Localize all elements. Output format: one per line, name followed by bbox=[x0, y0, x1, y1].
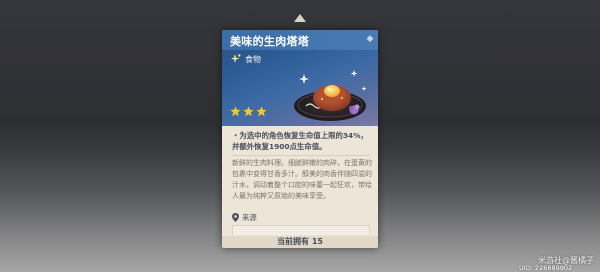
food-sparkle-icon bbox=[231, 54, 241, 63]
source-entry[interactable] bbox=[232, 225, 370, 235]
steak-tartare-image bbox=[294, 70, 367, 121]
divider bbox=[232, 155, 370, 156]
item-detail-card: 美味的生肉塔塔 ◆ 食物 ・为选中的角色恢复生命值上限的34%，并额外恢复190… bbox=[222, 30, 378, 248]
owned-count: 当前拥有 15 bbox=[277, 237, 323, 246]
close-icon[interactable]: ◆ bbox=[365, 34, 375, 44]
owned-bar: 当前拥有 15 bbox=[222, 236, 378, 248]
item-body: ・为选中的角色恢复生命值上限的34%，并额外恢复1900点生命值。 新鲜的生肉料… bbox=[222, 126, 378, 248]
star-icon bbox=[230, 106, 241, 117]
source-label: 来源 bbox=[242, 213, 257, 222]
item-category: 食物 bbox=[245, 55, 261, 64]
item-title: 美味的生肉塔塔 bbox=[230, 35, 310, 48]
star-icon bbox=[243, 106, 254, 117]
map-pin-icon bbox=[232, 213, 239, 222]
item-header: 美味的生肉塔塔 ◆ 食物 bbox=[222, 30, 378, 126]
uid-label: UID: 226889902 bbox=[519, 264, 573, 272]
item-description: 新鲜的生肉料理。细腻鲜嫩的肉碎，在蛋黄的包裹中变得甘香多汁。醇美的肉香伴随四溢的… bbox=[232, 159, 372, 200]
panel-pointer bbox=[294, 14, 306, 22]
item-effect: ・为选中的角色恢复生命值上限的34%，并额外恢复1900点生命值。 bbox=[232, 131, 368, 151]
title-bar: 美味的生肉塔塔 ◆ bbox=[222, 30, 378, 50]
source-header: 来源 bbox=[232, 212, 257, 223]
rarity-stars bbox=[230, 106, 267, 117]
star-icon bbox=[256, 106, 267, 117]
